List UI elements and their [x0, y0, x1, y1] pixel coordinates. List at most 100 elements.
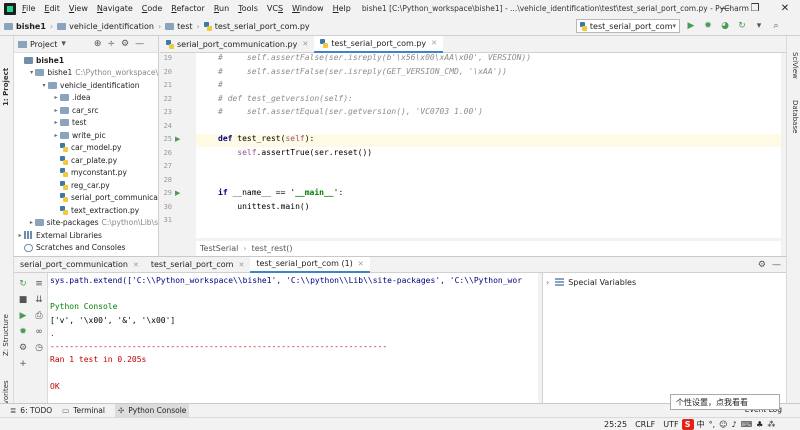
- database-tool-button[interactable]: Database: [791, 100, 799, 133]
- history-icon[interactable]: ◷: [33, 342, 45, 354]
- editor-tab[interactable]: serial_port_communication.py ✕: [160, 36, 314, 53]
- sciview-tool-button[interactable]: SciView: [791, 52, 799, 79]
- code-editor[interactable]: # self.assertFalse(ser.isreply(b'\x56\x0…: [196, 53, 781, 238]
- editor-tab[interactable]: test_serial_port_com.py ✕: [314, 35, 444, 53]
- menu-edit[interactable]: Edit: [44, 4, 60, 13]
- file-encoding[interactable]: UTF: [663, 420, 678, 429]
- line-separator[interactable]: CRLF: [635, 420, 655, 429]
- close-icon[interactable]: ✕: [133, 261, 139, 269]
- chevron-right-icon[interactable]: ▸: [16, 232, 24, 239]
- gear-icon[interactable]: ⚙: [121, 39, 129, 49]
- run-gutter-icon[interactable]: ▶: [175, 189, 180, 197]
- console-tab[interactable]: serial_port_communication ✕: [14, 257, 145, 273]
- run-icon[interactable]: ▶: [684, 20, 698, 33]
- gear-icon[interactable]: ⚙: [758, 260, 766, 270]
- stop-icon[interactable]: ■: [17, 294, 29, 306]
- crumb-file[interactable]: test_serial_port_com.py: [203, 21, 310, 31]
- crumb-test[interactable]: test ›: [165, 22, 200, 31]
- show-variables-icon[interactable]: ∞: [33, 326, 45, 338]
- special-variables-row[interactable]: › Special Variables: [543, 275, 786, 289]
- stop-icon[interactable]: ▾: [752, 20, 766, 33]
- tool-todo[interactable]: ≣ 6: TODO: [10, 406, 52, 415]
- chevron-right-icon[interactable]: ▸: [28, 219, 35, 226]
- coverage-icon[interactable]: ◕: [718, 20, 732, 33]
- tree-item[interactable]: car_plate.py: [14, 154, 158, 167]
- chevron-down-icon[interactable]: ▾: [28, 69, 35, 76]
- menu-refactor[interactable]: Refactor: [171, 4, 205, 13]
- microphone-icon[interactable]: ♪: [732, 420, 737, 429]
- debug-icon[interactable]: ✹: [701, 20, 715, 33]
- print-icon[interactable]: ⎙: [33, 310, 45, 322]
- close-icon[interactable]: ✕: [431, 39, 437, 47]
- tool-python-console[interactable]: ✣ Python Console: [114, 404, 190, 417]
- run-gutter-icon[interactable]: ▶: [175, 135, 180, 143]
- tree-item[interactable]: ▸ write_pic: [14, 129, 158, 142]
- tree-item[interactable]: ▸ car_src: [14, 104, 158, 117]
- sogou-ime-icon[interactable]: S: [681, 419, 694, 430]
- crumb-vehicle-identification[interactable]: vehicle_identification ›: [57, 22, 161, 31]
- chevron-right-icon[interactable]: ▸: [52, 94, 60, 101]
- menu-vcs[interactable]: VCS: [267, 4, 283, 13]
- rerun-icon[interactable]: ↻: [17, 278, 29, 290]
- menu-window[interactable]: Window: [292, 4, 324, 13]
- tree-item[interactable]: myconstant.py: [14, 167, 158, 180]
- minimize-icon[interactable]: —: [710, 0, 740, 17]
- structure-tool-button[interactable]: Z: Structure: [2, 314, 10, 356]
- tree-item[interactable]: ▸ External Libraries: [14, 229, 158, 242]
- project-view-select[interactable]: Project: [30, 40, 57, 49]
- tree-item[interactable]: reg_car.py: [14, 179, 158, 192]
- ime-mode-icon[interactable]: 中: [697, 419, 705, 430]
- run-configuration-select[interactable]: test_serial_port_com ▾: [576, 19, 680, 33]
- tree-item[interactable]: ▾ vehicle_identification: [14, 79, 158, 92]
- tree-item[interactable]: bishe1: [14, 54, 158, 67]
- project-tool-button[interactable]: 1: Project: [2, 68, 10, 106]
- chevron-right-icon[interactable]: ▸: [52, 132, 60, 139]
- maximize-icon[interactable]: ❐: [740, 0, 770, 17]
- tool-terminal[interactable]: ▭ Terminal: [62, 406, 105, 415]
- breadcrumb-class[interactable]: TestSerial: [200, 244, 238, 253]
- toolbox-icon[interactable]: ⁂: [767, 420, 775, 429]
- debug-icon[interactable]: ✹: [17, 326, 29, 338]
- chevron-right-icon[interactable]: ▸: [52, 119, 60, 126]
- tree-item[interactable]: Scratches and Consoles: [14, 242, 158, 255]
- breadcrumb-method[interactable]: test_rest(): [252, 244, 293, 253]
- scroll-end-icon[interactable]: ⇊: [33, 294, 45, 306]
- profile-icon[interactable]: ↻: [735, 20, 749, 33]
- menu-view[interactable]: View: [69, 4, 88, 13]
- close-icon[interactable]: ✕: [238, 261, 244, 269]
- execute-icon[interactable]: ▶: [17, 310, 29, 322]
- menu-help[interactable]: Help: [333, 4, 351, 13]
- locate-icon[interactable]: ⊕: [94, 39, 102, 49]
- emoji-icon[interactable]: ☺: [719, 420, 727, 429]
- crumb-project[interactable]: bishe1 ›: [4, 22, 53, 31]
- punctuation-icon[interactable]: °,: [709, 420, 716, 429]
- chevron-down-icon[interactable]: ▾: [61, 39, 66, 49]
- hide-icon[interactable]: —: [772, 260, 781, 270]
- close-icon[interactable]: ✕: [302, 40, 308, 48]
- menu-file[interactable]: File: [22, 4, 35, 13]
- caret-position[interactable]: 25:25: [604, 420, 627, 429]
- tree-item[interactable]: serial_port_communica: [14, 192, 158, 205]
- chevron-down-icon[interactable]: ▾: [40, 82, 48, 89]
- close-icon[interactable]: ✕: [770, 0, 800, 17]
- console-tab[interactable]: test_serial_port_com ✕: [145, 257, 250, 273]
- settings-icon[interactable]: ⚙: [17, 342, 29, 354]
- menu-tools[interactable]: Tools: [238, 4, 258, 13]
- console-output[interactable]: sys.path.extend(['C:\\Python_workspace\\…: [48, 273, 538, 403]
- console-tab[interactable]: test_serial_port_com (1) ✕: [250, 256, 370, 273]
- hide-icon[interactable]: —: [135, 39, 144, 49]
- search-icon[interactable]: ⌕: [769, 20, 783, 33]
- chevron-right-icon[interactable]: ▸: [52, 107, 60, 114]
- tree-item[interactable]: ▸ .idea: [14, 92, 158, 105]
- tree-item[interactable]: ▸ test: [14, 117, 158, 130]
- collapse-icon[interactable]: ÷: [107, 39, 115, 49]
- keyboard-icon[interactable]: ⌨: [741, 420, 753, 429]
- tree-item[interactable]: ▾ bishe1 C:\Python_workspace\: [14, 67, 158, 80]
- menu-navigate[interactable]: Navigate: [97, 4, 133, 13]
- tree-item[interactable]: car_model.py: [14, 142, 158, 155]
- skin-icon[interactable]: ♣: [756, 420, 763, 429]
- close-icon[interactable]: ✕: [358, 260, 364, 268]
- tree-item[interactable]: ▸ site-packages C:\python\Lib\s: [14, 217, 158, 230]
- tree-item[interactable]: text_extraction.py: [14, 204, 158, 217]
- menu-code[interactable]: Code: [142, 4, 163, 13]
